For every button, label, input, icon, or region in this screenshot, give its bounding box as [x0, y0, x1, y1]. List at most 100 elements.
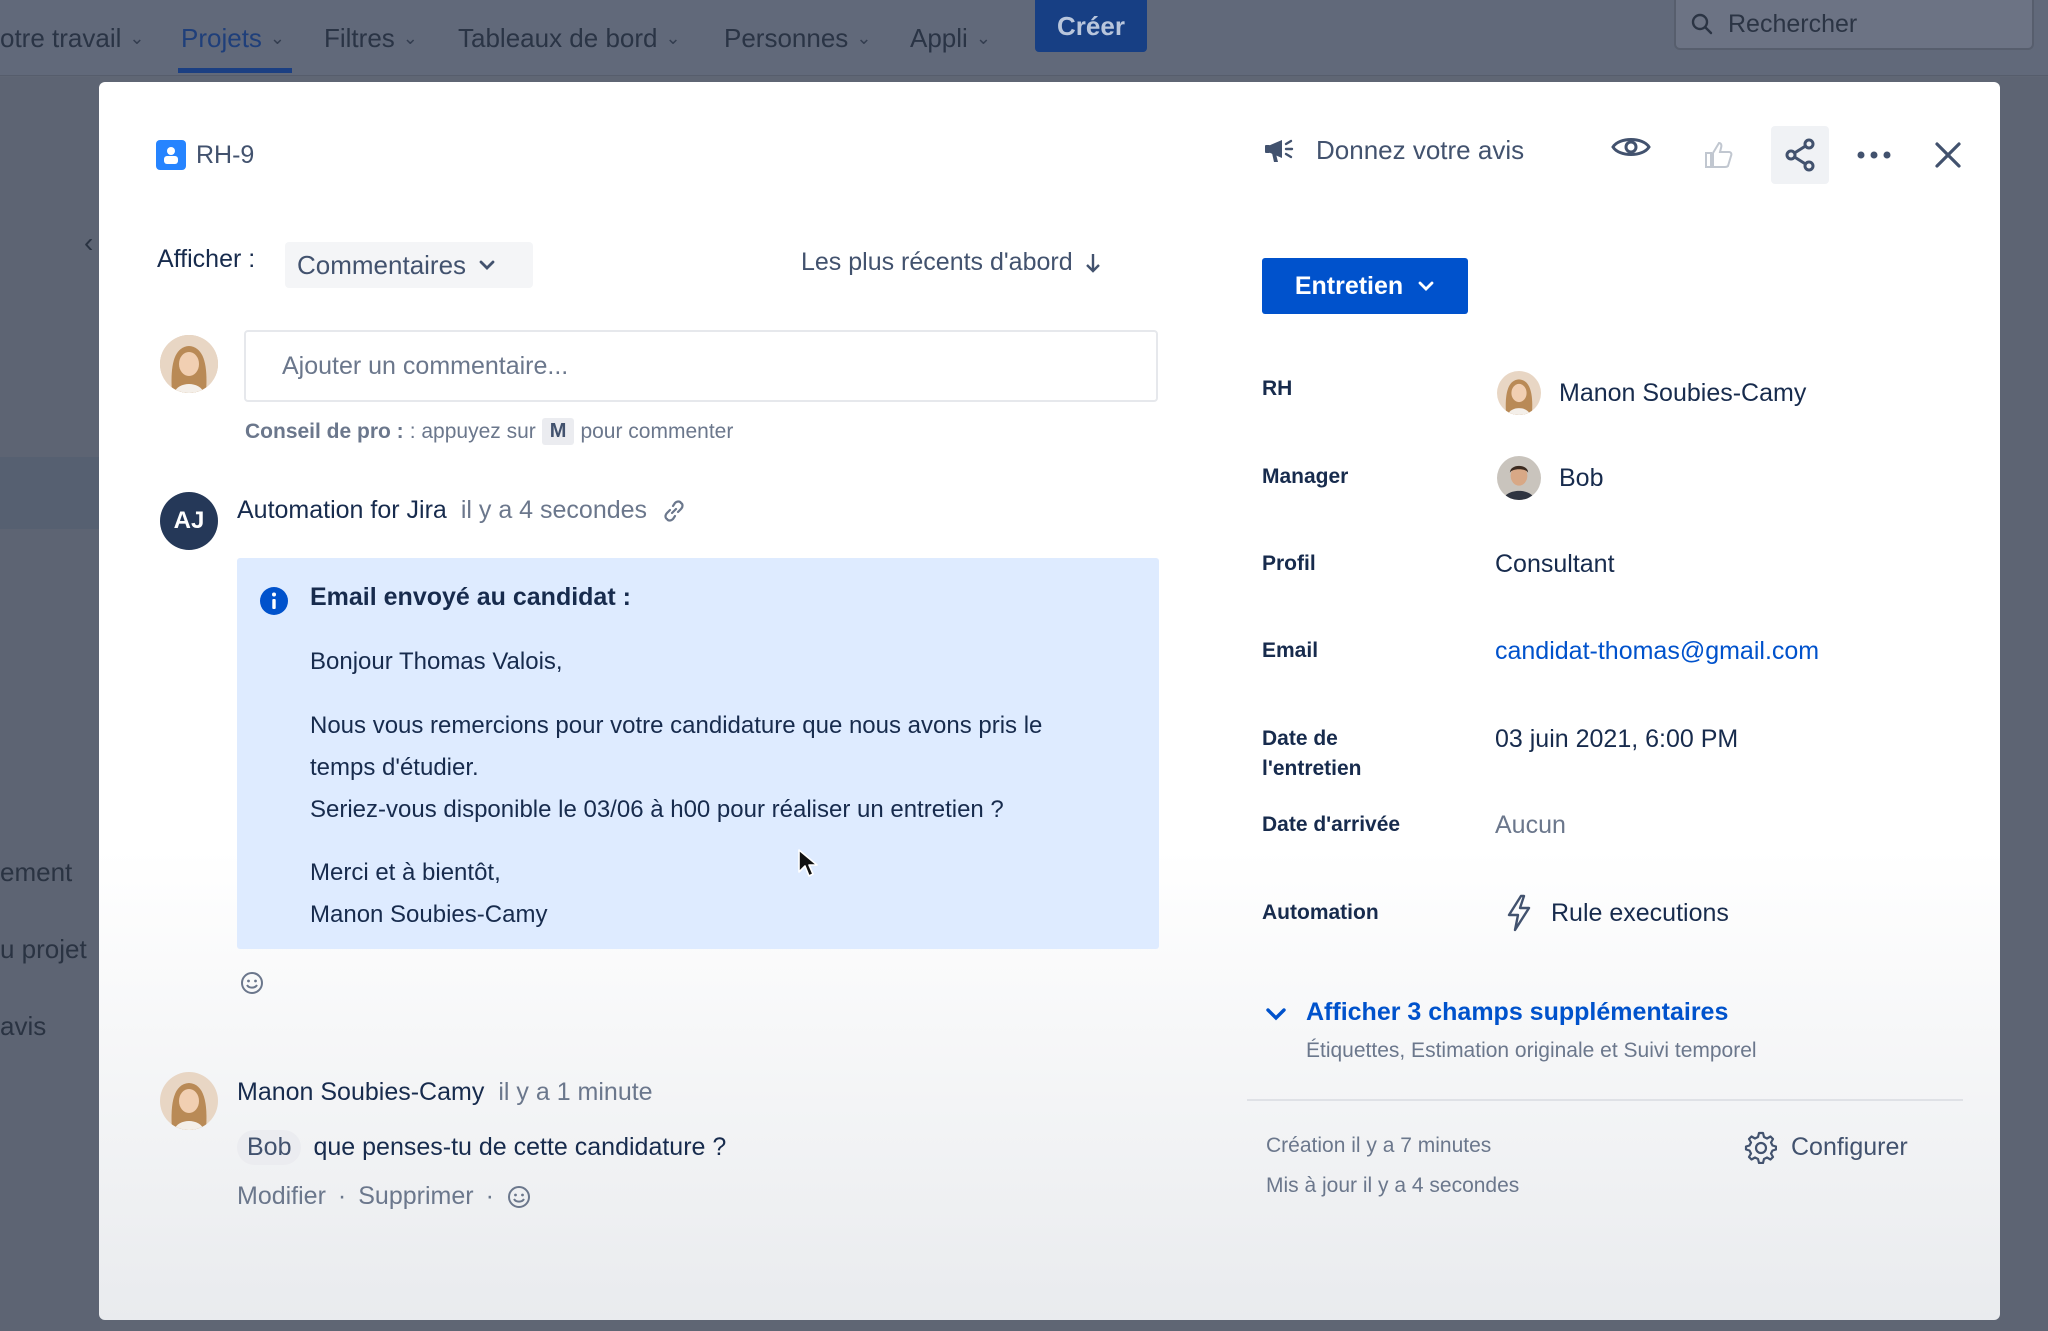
chevron-down-icon [1266, 1008, 1286, 1021]
panel-line: Merci et à bientôt, [310, 859, 501, 886]
watch-button[interactable] [1602, 118, 1660, 176]
comment-time[interactable]: il y a 4 secondes [461, 496, 647, 525]
field-label-arrival-date: Date d'arrivée [1262, 813, 1401, 836]
link-icon[interactable] [661, 498, 687, 524]
panel-title: Email envoyé au candidat : [310, 583, 631, 611]
activity-filter-select[interactable]: Commentaires [285, 242, 533, 288]
nav-item-filters[interactable]: Filtres ⌄ [324, 0, 418, 76]
issue-type-icon [156, 140, 186, 170]
panel-line: temps d'étudier. [310, 754, 479, 781]
nav-item-apps[interactable]: Appli ⌄ [910, 0, 991, 76]
comment-author[interactable]: Automation for Jira [237, 496, 447, 525]
info-panel: Email envoyé au candidat : Bonjour Thoma… [237, 558, 1159, 949]
automation-rule-executions[interactable]: Rule executions [1505, 894, 1729, 932]
field-value-interview-date[interactable]: 03 juin 2021, 6:00 PM [1495, 725, 1738, 754]
eye-icon [1611, 138, 1651, 156]
field-label-rh: RH [1262, 377, 1293, 400]
nav-item-projects[interactable]: Projets ⌄ [181, 0, 285, 76]
lightning-icon [1507, 894, 1531, 932]
comment-body: Bob que penses-tu de cette candidature ? [237, 1130, 726, 1165]
comment-author[interactable]: Manon Soubies-Camy [237, 1078, 484, 1107]
issue-key[interactable]: RH-9 [156, 140, 254, 170]
chevron-down-icon: ⌄ [402, 27, 418, 48]
comment-header: Manon Soubies-Camy il y a 1 minute [237, 1078, 653, 1107]
created-timestamp: Création il y a 7 minutes [1266, 1134, 1492, 1157]
user-mention[interactable]: Bob [237, 1130, 302, 1165]
emoji-icon[interactable] [506, 1184, 532, 1210]
nav-item-dashboards[interactable]: Tableaux de bord ⌄ [458, 0, 681, 76]
active-nav-indicator [178, 68, 292, 73]
comment-actions: Modifier · Supprimer · [237, 1182, 532, 1211]
close-icon [1935, 142, 1961, 168]
user-avatar [1497, 456, 1541, 500]
field-value-rh[interactable]: Manon Soubies-Camy [1497, 371, 1806, 415]
create-button[interactable]: Créer [1035, 0, 1147, 52]
chevron-down-icon: ⌄ [665, 27, 681, 48]
status-button[interactable]: Entretien [1262, 258, 1468, 314]
sort-order-button[interactable]: Les plus récents d'abord [801, 248, 1101, 277]
field-label-automation: Automation [1262, 901, 1379, 924]
panel-line: Manon Soubies-Camy [310, 901, 548, 928]
chevron-down-icon: ⌄ [856, 27, 872, 48]
sidebar-selected-item [0, 457, 100, 529]
chevron-down-icon [479, 260, 495, 270]
updated-timestamp: Mis à jour il y a 4 secondes [1266, 1174, 1520, 1197]
close-button[interactable] [1919, 126, 1977, 184]
add-comment-input[interactable] [244, 330, 1158, 402]
more-icon [1857, 151, 1891, 159]
megaphone-icon [1265, 139, 1294, 162]
info-icon [260, 587, 288, 615]
edit-comment-button[interactable]: Modifier [237, 1182, 326, 1211]
current-user-avatar [160, 335, 218, 393]
divider [1247, 1099, 1963, 1101]
share-icon [1785, 138, 1815, 172]
field-label-profile: Profil [1262, 552, 1316, 575]
user-avatar [1497, 371, 1541, 415]
chevron-left-icon: ‹ [84, 227, 94, 258]
more-actions-button[interactable] [1845, 126, 1903, 184]
top-navigation: otre travail ⌄ Projets ⌄ Filtres ⌄ Tableaux… [0, 0, 2048, 76]
thumbs-up-icon [1705, 141, 1733, 168]
chevron-down-icon: ⌄ [269, 27, 286, 48]
field-value-arrival-date[interactable]: Aucun [1495, 811, 1566, 840]
search-box[interactable] [1674, 0, 2034, 50]
show-label: Afficher : [157, 245, 256, 273]
issue-modal: RH-9 Donnez votre avis Afficher : Commen… [99, 82, 2000, 1320]
search-input[interactable] [1728, 9, 2008, 39]
field-label-interview-date: Date de l'entretien [1262, 727, 1362, 780]
panel-line: Seriez-vous disponible le 03/06 à h00 po… [310, 796, 1004, 823]
pro-tip: Conseil de pro : : appuyez sur M pour co… [245, 418, 733, 445]
chevron-down-icon [1418, 281, 1434, 291]
gear-icon [1744, 1131, 1777, 1164]
field-label-email: Email [1262, 639, 1319, 662]
nav-item-people[interactable]: Personnes ⌄ [724, 0, 871, 76]
show-more-fields-button[interactable]: Afficher 3 champs supplémentaires Étique… [1264, 998, 1757, 1063]
arrow-down-icon [1085, 253, 1100, 273]
sidebar-item: u projet [0, 934, 87, 964]
sidebar-item: ement [0, 857, 73, 887]
emoji-icon [241, 972, 263, 994]
comment-author-avatar [160, 1072, 218, 1130]
comment-header: Automation for Jira il y a 4 secondes [237, 496, 687, 525]
background-overlay [2000, 77, 2048, 1331]
panel-line: Nous vous remercions pour votre candidat… [310, 712, 1043, 739]
comment-time[interactable]: il y a 1 minute [498, 1078, 652, 1107]
field-value-manager[interactable]: Bob [1497, 456, 1603, 500]
share-button[interactable] [1771, 126, 1829, 184]
panel-line: Bonjour Thomas Valois, [310, 648, 563, 675]
delete-comment-button[interactable]: Supprimer [358, 1182, 473, 1211]
field-value-email[interactable]: candidat-thomas@gmail.com [1495, 637, 1819, 666]
keyboard-shortcut-key: M [541, 418, 575, 445]
chevron-down-icon: ⌄ [129, 27, 145, 48]
chevron-down-icon: ⌄ [975, 27, 991, 48]
automation-avatar: AJ [160, 492, 218, 550]
sidebar-background: ‹ ement u projet avis [0, 77, 100, 1331]
field-value-profile[interactable]: Consultant [1495, 550, 1615, 579]
mouse-cursor-icon [798, 849, 818, 877]
add-reaction-button[interactable] [239, 970, 265, 1001]
vote-button[interactable] [1689, 126, 1747, 184]
configure-button[interactable]: Configurer [1743, 1130, 1908, 1164]
nav-item-your-work[interactable]: otre travail ⌄ [0, 0, 144, 76]
feedback-button[interactable]: Donnez votre avis [1264, 134, 1524, 166]
search-icon [1691, 13, 1713, 35]
